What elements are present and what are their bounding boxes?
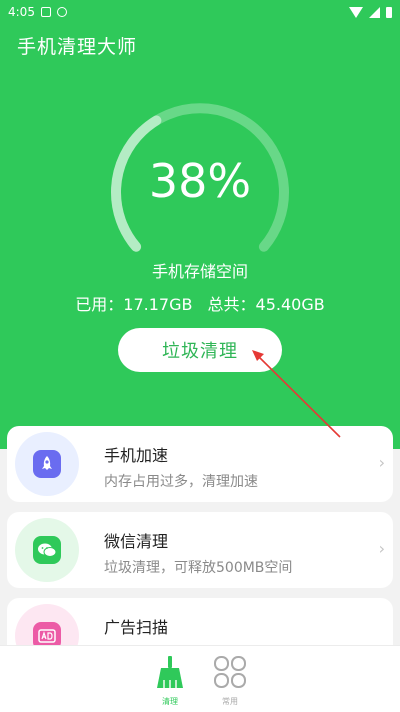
storage-percent: 38% [148, 154, 252, 208]
signal-icon [369, 6, 380, 18]
status-time: 4:05 [8, 5, 35, 19]
notification-icon [40, 7, 51, 17]
total-storage: 总共：45.40GB [207, 295, 325, 314]
usage-row: 已用：17.17GB 总共：45.40GB [0, 291, 400, 315]
status-bar: 4:05 [0, 0, 400, 24]
broom-icon [157, 656, 183, 688]
nav-item-common[interactable]: 常用 [200, 654, 260, 707]
wechat-icon-bg [15, 518, 79, 582]
nav-item-clean[interactable]: 清理 [140, 654, 200, 707]
wechat-icon [33, 536, 61, 564]
speedup-icon-bg [15, 432, 79, 496]
feature-title: 广告扫描 [104, 618, 169, 637]
feature-desc: 垃圾清理，可释放500MB空间 [104, 560, 293, 576]
bottom-nav: 清理 常用 [0, 645, 400, 712]
nav-label-common: 常用 [222, 697, 238, 706]
sync-icon [56, 7, 67, 17]
storage-hero: 手机清理大师 38% 手机存储空间 已用：17.17GB 总共：45.40GB … [0, 24, 400, 449]
feature-title: 微信清理 [104, 532, 169, 551]
storage-label: 手机存储空间 [151, 262, 248, 281]
grid-icon [214, 656, 246, 688]
feature-card-wechat[interactable]: 微信清理 垃圾清理，可释放500MB空间 › [7, 512, 393, 588]
nav-label-clean: 清理 [162, 697, 178, 706]
rocket-icon [33, 450, 61, 478]
junk-clean-button[interactable]: 垃圾清理 [118, 328, 282, 372]
chevron-right-icon: › [378, 453, 385, 472]
wifi-icon [349, 6, 363, 18]
battery-icon [386, 6, 392, 18]
feature-card-speedup[interactable]: 手机加速 内存占用过多，清理加速 › [7, 426, 393, 502]
feature-desc: 内存占用过多，清理加速 [104, 474, 258, 490]
used-storage: 已用：17.17GB [75, 295, 193, 314]
feature-title: 手机加速 [104, 446, 169, 465]
chevron-right-icon: › [378, 539, 385, 558]
storage-gauge [111, 103, 289, 252]
